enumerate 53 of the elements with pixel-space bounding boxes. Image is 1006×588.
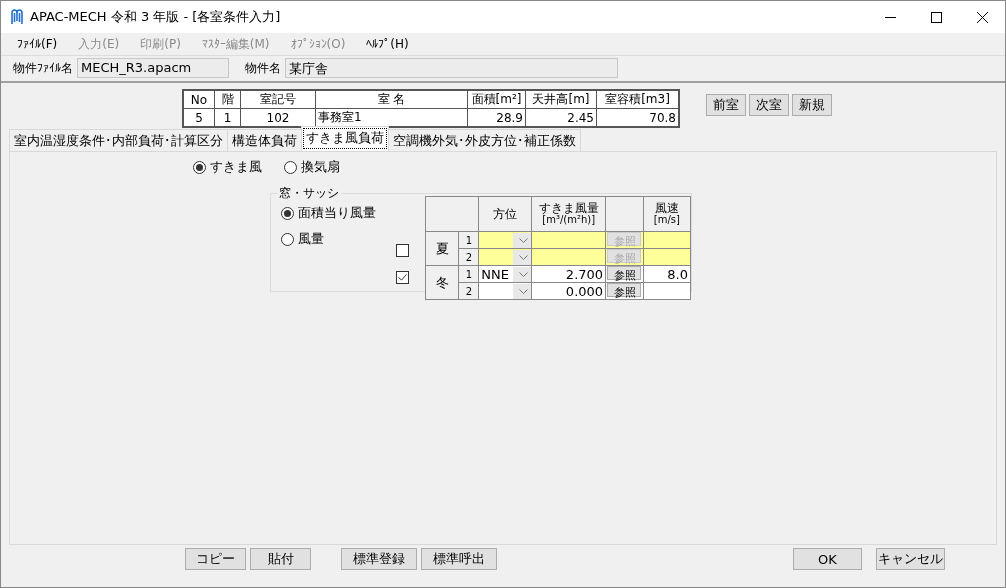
maximize-icon[interactable]	[930, 11, 942, 23]
minimize-icon[interactable]	[884, 16, 896, 18]
flow-cell[interactable]: 2.700	[531, 265, 606, 283]
speed-cell[interactable]	[643, 282, 691, 300]
column-header: 面積[m²]	[467, 90, 526, 109]
window-title: APAC-MECH 令和 3 年版 - [各室条件入力]	[30, 8, 282, 26]
radio-button[interactable]: 面積当り風量	[281, 204, 382, 222]
action-button[interactable]: コピー	[185, 548, 246, 570]
tab[interactable]: すきま風負荷	[301, 126, 389, 151]
tab[interactable]: 空調機外気･外皮方位･補正係数	[388, 129, 581, 151]
action-button[interactable]: 貼付	[250, 548, 311, 570]
menu-item[interactable]: ﾌｧｲﾙ(F)	[9, 37, 66, 51]
group-title: 窓・サッシ	[278, 185, 340, 202]
column-header: 階	[214, 90, 241, 109]
column-header: 風速 [m/s]	[643, 196, 691, 232]
text-field[interactable]: MECH_R3.apacm	[77, 58, 229, 78]
chevron-icon	[518, 288, 528, 294]
column-header: 方位	[478, 196, 532, 232]
column-header: 天井高[m]	[525, 90, 597, 109]
nav-button[interactable]: 前室	[706, 94, 746, 116]
text-field[interactable]: 某庁舎	[285, 58, 618, 78]
chevron-icon	[518, 237, 528, 243]
dialog-button[interactable]: OK	[793, 548, 862, 570]
app-logo-icon	[10, 9, 24, 25]
season-label: 夏	[425, 231, 459, 266]
checkbox[interactable]	[395, 244, 409, 257]
season-label: 冬	[425, 265, 459, 300]
chevron-icon	[518, 254, 528, 260]
direction-dropdown[interactable]: NNE	[479, 266, 532, 282]
action-button[interactable]: 標準登録	[341, 548, 417, 570]
radio-button[interactable]: 風量	[281, 230, 382, 248]
column-header: 室記号	[240, 90, 316, 109]
reference-button[interactable]: 参照	[607, 266, 642, 280]
radio-button[interactable]: すきま風	[193, 158, 262, 176]
nav-button[interactable]: 次室	[749, 94, 789, 116]
speed-cell[interactable]: 8.0	[643, 265, 691, 283]
action-button[interactable]: 標準呼出	[421, 548, 497, 570]
nav-button[interactable]: 新規	[792, 94, 832, 116]
flow-cell[interactable]: 0.000	[531, 282, 606, 300]
column-header: No	[183, 90, 215, 109]
column-header: 室容積[m3]	[596, 90, 679, 109]
field-label: 物件名	[245, 59, 281, 77]
close-icon[interactable]	[976, 11, 988, 23]
column-header: すきま風量 [m³/(m²h)]	[531, 196, 606, 232]
chevron-icon	[518, 271, 528, 277]
tab[interactable]: 室内温湿度条件･内部負荷･計算区分	[9, 129, 228, 151]
dialog-button[interactable]: キャンセル	[876, 548, 945, 570]
column-header: 室 名	[315, 90, 468, 109]
reference-button[interactable]: 参照	[607, 283, 642, 297]
field-label: 物件ﾌｧｲﾙ名	[13, 59, 73, 77]
radio-button[interactable]: 換気扇	[284, 158, 340, 176]
checkbox[interactable]	[395, 271, 409, 284]
menu-item[interactable]: ﾍﾙﾌﾟ(H)	[358, 37, 417, 51]
